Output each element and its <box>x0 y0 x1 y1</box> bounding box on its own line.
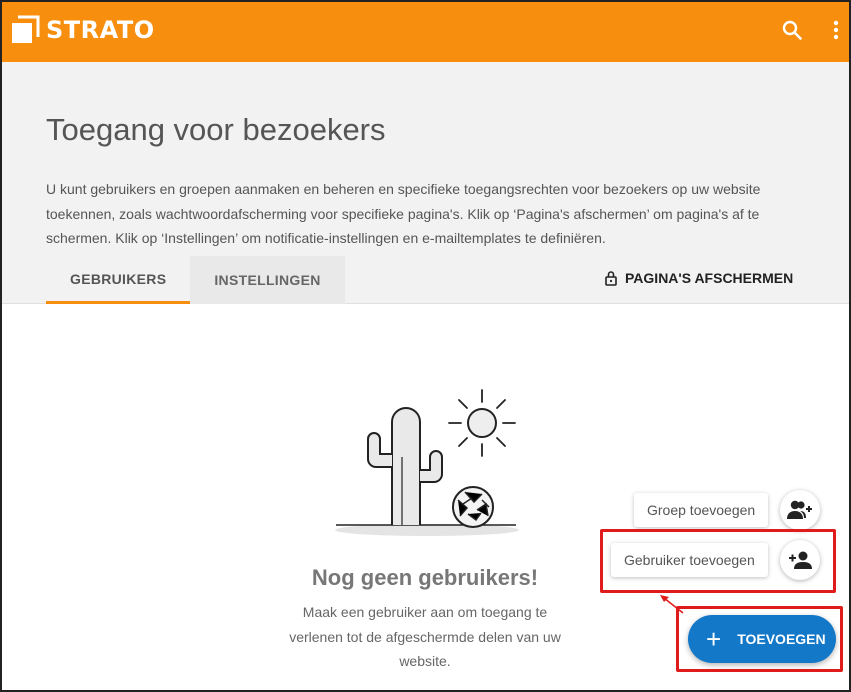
tab-bar: GEBRUIKERS INSTELLINGEN <box>46 256 345 304</box>
add-group-button[interactable] <box>780 490 820 530</box>
page-header: Toegang voor bezoekers U kunt gebruikers… <box>2 62 849 304</box>
brand-name: STRATO <box>46 16 155 44</box>
empty-state-title: Nog geen gebruikers! <box>311 565 539 590</box>
group-add-icon <box>787 500 812 519</box>
app-window: STRATO Toegang voor bezoekers U kunt geb… <box>0 0 851 692</box>
more-vert-icon[interactable] <box>824 18 848 42</box>
strato-logo-mark-icon <box>10 15 40 45</box>
desert-cactus-illustration <box>332 382 522 547</box>
empty-state-text: Maak een gebruiker aan om toegang te ver… <box>289 604 561 669</box>
highlight-add-user <box>600 529 836 593</box>
lock-icon <box>605 271 617 286</box>
tab-gebruikers[interactable]: GEBRUIKERS <box>46 256 191 304</box>
search-icon[interactable] <box>780 18 804 42</box>
page-title: Toegang voor bezoekers <box>46 112 386 147</box>
page-description: U kunt gebruikers en groepen aanmaken en… <box>46 181 761 246</box>
protect-pages-label: PAGINA'S AFSCHERMEN <box>625 270 794 286</box>
add-group-label[interactable]: Groep toevoegen <box>634 493 769 527</box>
highlight-add-button <box>676 606 843 672</box>
strato-logo[interactable]: STRATO <box>10 15 155 45</box>
protect-pages-button[interactable]: PAGINA'S AFSCHERMEN <box>604 270 793 286</box>
tab-instellingen[interactable]: INSTELLINGEN <box>190 256 344 304</box>
top-bar: STRATO <box>2 2 849 62</box>
